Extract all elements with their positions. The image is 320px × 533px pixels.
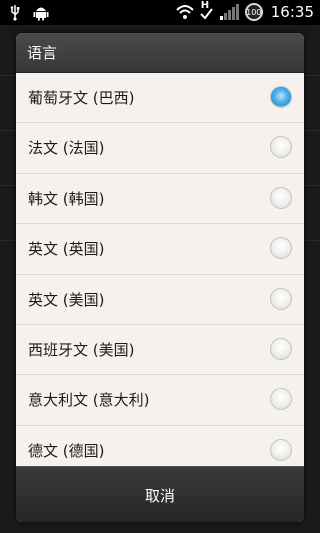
screen: H 100 16:35 语言 葡萄牙文 (巴西) 法文 (法国) 韩文 (韩国)… xyxy=(0,0,320,533)
language-label: 葡萄牙文 (巴西) xyxy=(28,89,135,107)
radio-selected-icon[interactable] xyxy=(270,86,292,108)
list-item[interactable]: 英文 (美国) xyxy=(16,275,304,325)
language-label: 意大利文 (意大利) xyxy=(28,391,150,410)
status-time: 16:35 xyxy=(270,3,314,21)
list-item[interactable]: 法文 (法国) xyxy=(16,123,304,174)
data-sync-icon: H xyxy=(199,0,213,21)
list-item[interactable]: 西班牙文 (美国) xyxy=(16,325,304,376)
language-label: 英文 (英国) xyxy=(28,240,105,259)
language-label: 英文 (美国) xyxy=(28,290,105,309)
language-list[interactable]: 葡萄牙文 (巴西) 法文 (法国) 韩文 (韩国) 英文 (英国) 英文 (美国… xyxy=(16,73,304,500)
list-item[interactable]: 意大利文 (意大利) xyxy=(16,375,304,426)
radio-unselected-icon[interactable] xyxy=(270,337,292,360)
language-label: 西班牙文 (美国) xyxy=(28,340,135,359)
list-item[interactable]: 葡萄牙文 (巴西) xyxy=(16,73,304,124)
android-debug-icon xyxy=(32,3,50,21)
status-bar: H 100 16:35 xyxy=(0,0,320,25)
list-item[interactable]: 英文 (英国) xyxy=(16,224,304,275)
usb-icon xyxy=(6,3,24,21)
dialog-title: 语言 xyxy=(16,33,304,73)
battery-level: 100 xyxy=(246,7,262,17)
battery-icon: 100 xyxy=(244,3,263,21)
signal-icon xyxy=(219,3,239,21)
list-item[interactable]: 韩文 (韩国) xyxy=(16,174,304,225)
radio-unselected-icon[interactable] xyxy=(270,438,292,461)
radio-unselected-icon[interactable] xyxy=(270,237,292,260)
radio-unselected-icon[interactable] xyxy=(270,287,292,310)
language-dialog: 语言 葡萄牙文 (巴西) 法文 (法国) 韩文 (韩国) 英文 (英国) 英文 … xyxy=(16,33,304,522)
language-label: 韩文 (韩国) xyxy=(28,189,105,208)
language-label: 法文 (法国) xyxy=(28,139,105,158)
cancel-button[interactable]: 取消 xyxy=(16,467,304,522)
wifi-icon xyxy=(175,3,194,21)
dialog-footer: 取消 xyxy=(16,466,304,522)
radio-unselected-icon[interactable] xyxy=(270,136,292,159)
radio-unselected-icon[interactable] xyxy=(270,388,292,411)
radio-unselected-icon[interactable] xyxy=(270,186,292,209)
